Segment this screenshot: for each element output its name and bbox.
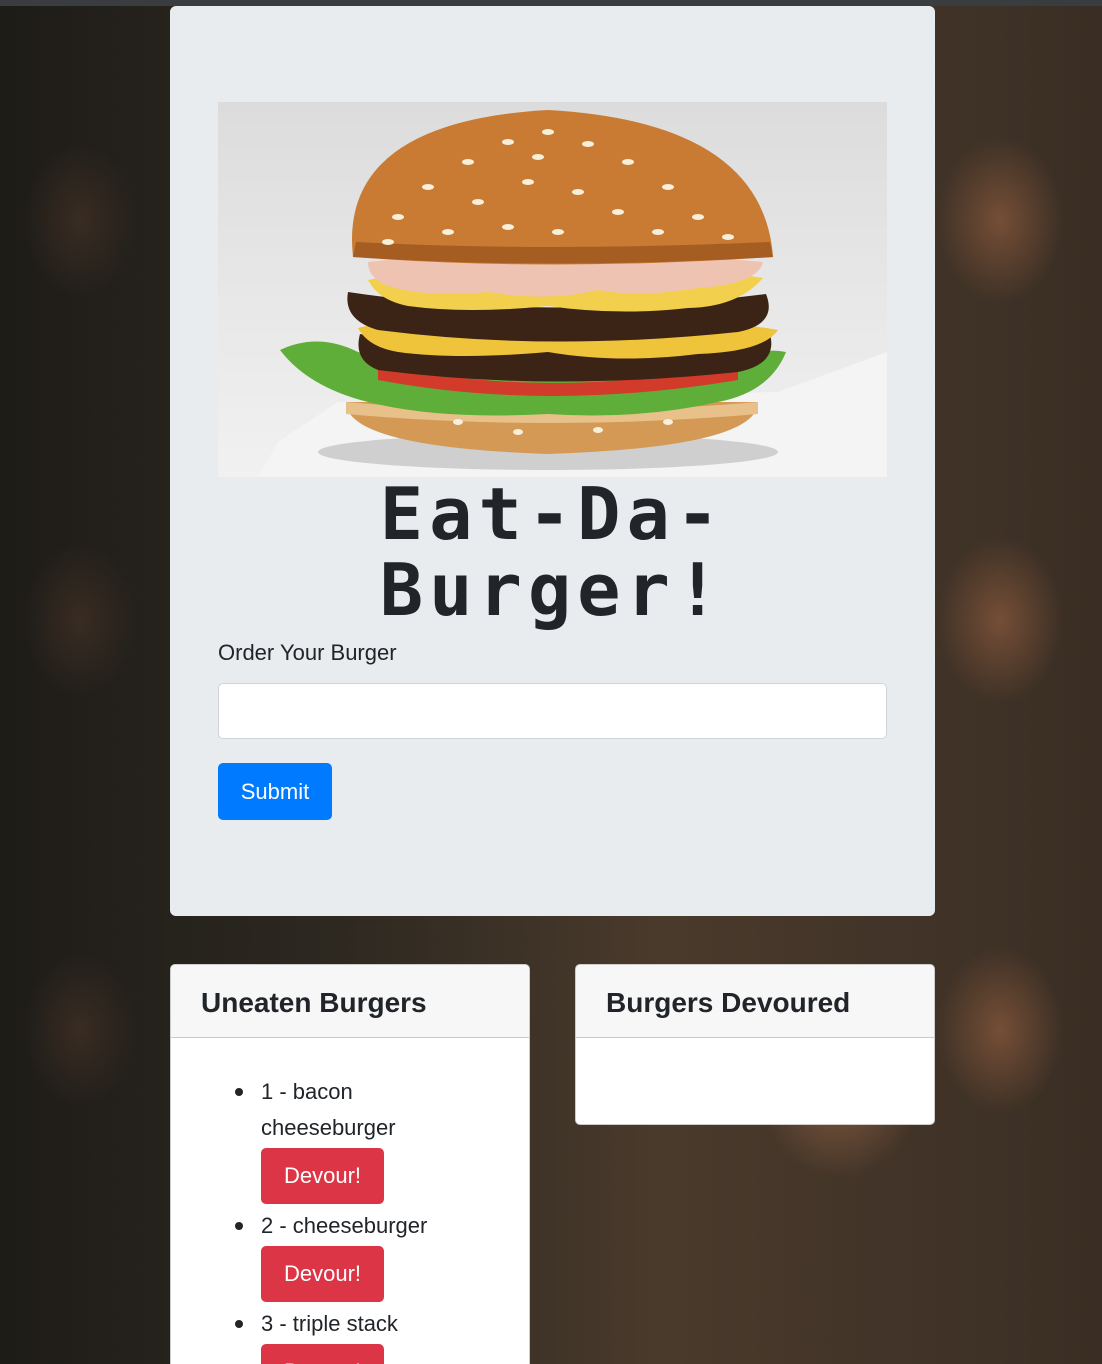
devour-button[interactable]: Devour! [261, 1148, 384, 1204]
bullet-icon [235, 1320, 243, 1328]
bullet-icon [235, 1088, 243, 1096]
devoured-burgers-heading: Burgers Devoured [576, 965, 934, 1038]
burger-name: 3 - triple stack [261, 1311, 398, 1336]
burger-name: 1 - bacon cheeseburger [261, 1079, 396, 1140]
order-panel: Eat-Da- Burger! Order Your Burger Submit [170, 6, 935, 916]
submit-button[interactable]: Submit [218, 763, 332, 820]
order-label: Order Your Burger [218, 640, 397, 665]
uneaten-burgers-card: Uneaten Burgers 1 - bacon cheeseburger D… [170, 964, 530, 1364]
devoured-burgers-card: Burgers Devoured [575, 964, 935, 1125]
devour-button[interactable]: Devour! [261, 1344, 384, 1364]
bullet-icon [235, 1222, 243, 1230]
page-title: Eat-Da- Burger! [170, 476, 935, 628]
burger-name: 2 - cheeseburger [261, 1213, 428, 1238]
page-title-line-1: Eat-Da- [379, 472, 726, 556]
devour-button[interactable]: Devour! [261, 1246, 384, 1302]
list-item: 3 - triple stack Devour! [231, 1306, 461, 1364]
list-item: 2 - cheeseburger Devour! [231, 1208, 461, 1302]
uneaten-burger-list: 1 - bacon cheeseburger Devour! 2 - chees… [171, 1038, 529, 1364]
page-title-line-2: Burger! [379, 548, 726, 632]
uneaten-burgers-heading: Uneaten Burgers [171, 965, 529, 1038]
burger-hero-image [218, 102, 887, 477]
list-item: 1 - bacon cheeseburger Devour! [231, 1074, 461, 1204]
burger-name-input[interactable] [218, 683, 887, 739]
